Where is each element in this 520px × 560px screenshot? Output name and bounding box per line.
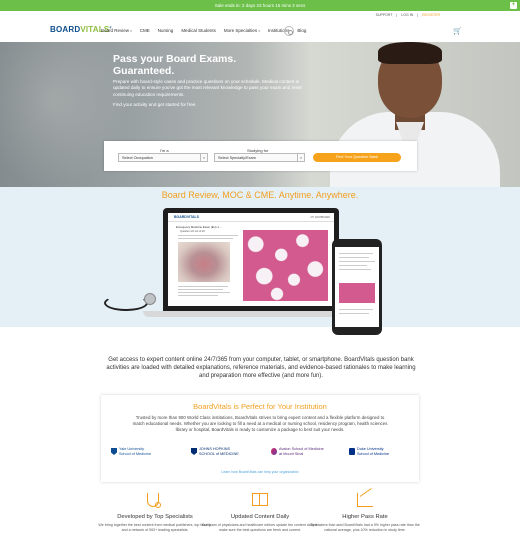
specialty-select[interactable]: Select Specialty/Exam ▾ (214, 153, 305, 162)
question-bank-finder: I'm a Select Occupation ▾ Studying for S… (104, 141, 417, 171)
laptop-base (143, 311, 359, 317)
chevron-down-icon: ▾ (200, 154, 207, 162)
feature-text: Our team of physicians and healthcare ed… (201, 523, 319, 532)
yale-shield-icon (111, 448, 117, 455)
chevron-down-icon: ▾ (297, 154, 304, 162)
institution-box: BoardVitals is Perfect for Your Institut… (101, 395, 419, 482)
search-icon[interactable] (284, 26, 294, 36)
feature-text: We bring together the best content from … (98, 523, 212, 532)
hero-headline: Pass your Board Exams. Guaranteed. (113, 53, 237, 77)
phone-screen (335, 247, 379, 327)
chevron-down-icon: ▾ (130, 29, 132, 33)
promo-bar: Sale ends in: 2 days 23 hours 15 mins 2 … (0, 0, 520, 11)
intro-paragraph: Get access to expert content online 24/7… (106, 357, 416, 379)
nav-nursing[interactable]: Nursing (158, 28, 174, 33)
nav-medical-students[interactable]: Medical Students (181, 28, 216, 33)
feature-specialists: Developed by Top Specialists We bring to… (95, 493, 215, 532)
screen-text-line (339, 309, 373, 310)
screen-text-line (339, 261, 375, 262)
register-link[interactable]: REGISTER (422, 13, 440, 17)
main-nav: Board Review ▾ CME Nursing Medical Stude… (101, 28, 306, 33)
screen-clinical-image (178, 242, 230, 282)
feature-text: Test takers that used BoardVitals had a … (310, 523, 420, 532)
occupation-select[interactable]: Select Occupation ▾ (118, 153, 208, 162)
find-question-bank-button[interactable]: Find Your Question Bank (313, 153, 401, 162)
screen-exam-title: Emergency Medicine Exam (EU) 1 ... (176, 225, 223, 229)
nav-cme[interactable]: CME (140, 28, 150, 33)
screen-text-line (339, 257, 369, 258)
screen-question-count: Question 22 out of 40 (180, 230, 205, 233)
screen-text-line (339, 269, 371, 270)
phone-image (332, 239, 382, 335)
nav-board-review[interactable]: Board Review ▾ (101, 28, 132, 33)
stethoscope-image (104, 289, 156, 313)
support-link[interactable]: SUPPORT (376, 13, 393, 17)
chart-icon (357, 493, 373, 507)
hero-cta-text: Find your activity and get started for f… (113, 102, 197, 107)
promo-text: Sale ends in: 2 days 23 hours 15 mins 2 … (214, 3, 306, 8)
institution-logos: Yale University School of Medicine JOHNS … (111, 447, 409, 463)
screen-header: BOARDVITALS MY DASHBOARD (168, 213, 334, 222)
devices-section: Board Review, MOC & CME. Anytime. Anywhe… (0, 187, 520, 335)
login-link[interactable]: LOG IN (401, 13, 413, 17)
devices-heading: Board Review, MOC & CME. Anytime. Anywhe… (161, 190, 359, 200)
stethoscope-icon (147, 493, 161, 508)
cart-icon[interactable]: 🛒 (453, 27, 462, 35)
tablet-histology-image (243, 230, 328, 301)
screen-text-line (178, 237, 233, 239)
feature-title: Higher Pass Rate (342, 514, 388, 520)
screen-text-line (339, 313, 369, 314)
chevron-down-icon: ▾ (258, 29, 260, 33)
plus-icon[interactable]: + (510, 2, 517, 9)
doctor-photo-hair (378, 42, 442, 64)
screen-text-line (178, 289, 223, 290)
screen-text-line (178, 235, 238, 236)
nav-blog[interactable]: Blog (297, 28, 306, 33)
book-icon (252, 493, 268, 506)
screen-text-line (178, 286, 228, 287)
screen-text-line (339, 265, 367, 266)
avalon-emblem-icon (271, 448, 277, 455)
utility-sep: | (396, 13, 398, 17)
site-header: BOARDVITALS® Board Review ▾ CME Nursing … (0, 18, 520, 42)
screen-text-line (178, 292, 230, 293)
feature-title: Developed by Top Specialists (117, 514, 193, 520)
hopkins-shield-icon (191, 448, 197, 455)
nav-more-specialties[interactable]: More Specialties ▾ (224, 28, 260, 33)
institution-text: Trusted by more than 900 World Class ins… (132, 415, 388, 432)
institution-heading: BoardVitals is Perfect for Your Institut… (193, 402, 327, 411)
screen-text-line (178, 295, 218, 296)
hero-description: Prepare with board-style cases and pract… (113, 79, 302, 97)
screen-text-line (339, 253, 373, 254)
utility-sep: | (417, 13, 419, 17)
duke-emblem-icon (349, 448, 355, 455)
phone-histology-image (339, 283, 375, 303)
feature-title: Updated Content Daily (230, 514, 290, 520)
feature-pass-rate: Higher Pass Rate Test takers that used B… (305, 493, 425, 532)
feature-updated-content: Updated Content Daily Our team of physic… (200, 493, 320, 532)
institution-learn-more-link[interactable]: Learn how BoardVitals can help your orga… (101, 470, 419, 474)
screen-logo: BOARDVITALS (174, 215, 200, 219)
screen-account: MY DASHBOARD (310, 216, 330, 219)
